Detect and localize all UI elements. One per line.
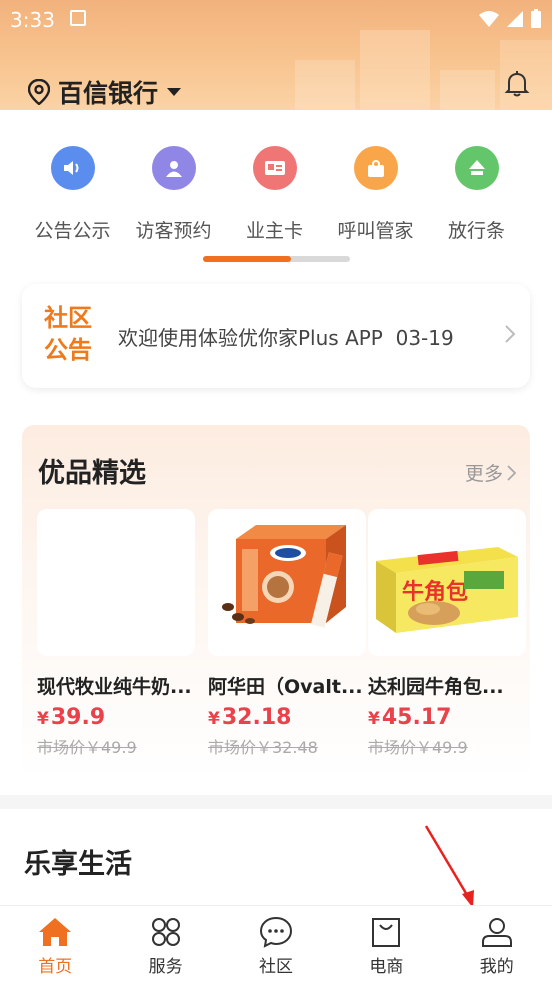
product-image [208, 509, 366, 656]
location-name: 百信银行 [58, 79, 159, 108]
tab-services[interactable]: 服务 [110, 906, 220, 981]
building-decoration [440, 70, 495, 110]
quick-action-announcements[interactable]: 公告公示 [22, 146, 123, 243]
notice-content: 欢迎使用体验优你家Plus APP 03-19 [118, 322, 454, 351]
location-selector[interactable]: 百信银行 [28, 74, 182, 110]
community-notice-card[interactable]: 社区公告 欢迎使用体验优你家Plus APP 03-19 [22, 284, 530, 388]
tab-community[interactable]: 社区 [221, 906, 331, 981]
tab-shop[interactable]: 电商 [331, 906, 441, 981]
quick-action-label: 公告公示 [34, 220, 111, 242]
bell-button[interactable] [504, 70, 530, 102]
chevron-right-icon [505, 325, 516, 343]
services-grid-icon [151, 918, 180, 946]
chat-bubble-icon [259, 916, 292, 948]
annotation-arrow-icon [424, 825, 474, 908]
market-price: 市场价￥49.9 [368, 738, 468, 757]
market-price: 市场价￥32.48 [208, 738, 318, 757]
speaker-icon [50, 146, 95, 190]
notification-icon [70, 10, 86, 26]
quick-actions-pager [203, 256, 350, 262]
product-image: 牛角包 [368, 509, 526, 656]
quick-actions: 公告公示 访客预约 业主卡 呼叫管家 放行条 [0, 146, 552, 243]
upload-arrow-icon [454, 146, 499, 190]
battery-icon [531, 9, 541, 28]
product-card[interactable]: 阿华田（Ovalt... ¥32.18 市场价￥32.48 [208, 509, 366, 758]
butler-icon [353, 146, 398, 190]
card-icon [252, 146, 297, 190]
more-link[interactable]: 更多 [465, 459, 516, 486]
tab-label: 社区 [258, 957, 293, 977]
product-price: ¥32.18 [208, 705, 366, 730]
currency-symbol: ¥ [368, 709, 380, 729]
bottom-tab-bar: 首页 服务 社区 电商 我的 [0, 905, 552, 981]
product-name: 达利园牛角包... [368, 676, 504, 698]
price-value: 39.9 [50, 705, 106, 730]
product-name: 阿华田（Ovalt... [208, 676, 363, 698]
visitor-icon [151, 146, 196, 190]
notice-tag: 社区公告 [44, 304, 92, 364]
shopping-bag-icon [372, 918, 401, 947]
building-decoration [360, 30, 430, 110]
selection-section: 优品精选 更多 现代牧业纯牛奶... ¥39.9 市场价￥49.9 阿华田（Ov… [22, 425, 530, 779]
notice-text: 欢迎使用体验优你家Plus APP [118, 326, 383, 350]
location-pin-icon [28, 79, 50, 105]
quick-action-label: 访客预约 [135, 220, 212, 242]
quick-action-visitor[interactable]: 访客预约 [123, 146, 224, 243]
wifi-icon [479, 11, 499, 27]
dropdown-arrow-icon [167, 88, 182, 96]
tab-home[interactable]: 首页 [0, 906, 110, 981]
product-card[interactable]: 牛角包 达利园牛角包... ¥45.17 市场价￥49.9 [368, 509, 526, 758]
profile-icon [481, 918, 512, 947]
quick-action-butler[interactable]: 呼叫管家 [325, 146, 426, 243]
product-card[interactable]: 现代牧业纯牛奶... ¥39.9 市场价￥49.9 [37, 509, 195, 758]
status-time: 3:33 [10, 8, 55, 32]
ovaltine-box-image [222, 525, 346, 628]
notice-date: 03-19 [395, 326, 454, 350]
tab-label: 我的 [479, 957, 514, 977]
tab-label: 首页 [38, 957, 73, 977]
market-price: 市场价￥49.9 [37, 738, 137, 757]
chevron-right-icon [507, 464, 516, 481]
tab-label: 电商 [369, 957, 404, 977]
building-decoration [295, 60, 355, 110]
price-value: 32.18 [221, 705, 292, 730]
price-value: 45.17 [381, 705, 452, 730]
product-price: ¥39.9 [37, 705, 195, 730]
bell-icon [504, 71, 530, 97]
currency-symbol: ¥ [37, 709, 49, 729]
more-label: 更多 [464, 463, 503, 485]
section-title: 优品精选 [38, 458, 146, 489]
product-name: 现代牧业纯牛奶... [37, 676, 192, 698]
product-price: ¥45.17 [368, 705, 526, 730]
home-icon [39, 918, 72, 946]
croissant-box-image: 牛角包 [376, 547, 518, 633]
quick-action-label: 呼叫管家 [337, 220, 414, 242]
signal-icon [507, 11, 523, 27]
quick-action-pass[interactable]: 放行条 [426, 146, 527, 243]
currency-symbol: ¥ [208, 709, 220, 729]
product-image [37, 509, 195, 656]
tab-profile[interactable]: 我的 [442, 906, 552, 981]
quick-action-label: 业主卡 [245, 220, 303, 242]
life-section-title: 乐享生活 [24, 849, 132, 880]
tab-label: 服务 [148, 957, 183, 977]
pager-indicator [203, 256, 292, 262]
status-bar: 3:33 [0, 0, 552, 38]
quick-action-owner-card[interactable]: 业主卡 [224, 146, 325, 243]
status-icons [478, 9, 542, 29]
quick-action-label: 放行条 [447, 220, 505, 242]
section-divider [0, 795, 552, 809]
